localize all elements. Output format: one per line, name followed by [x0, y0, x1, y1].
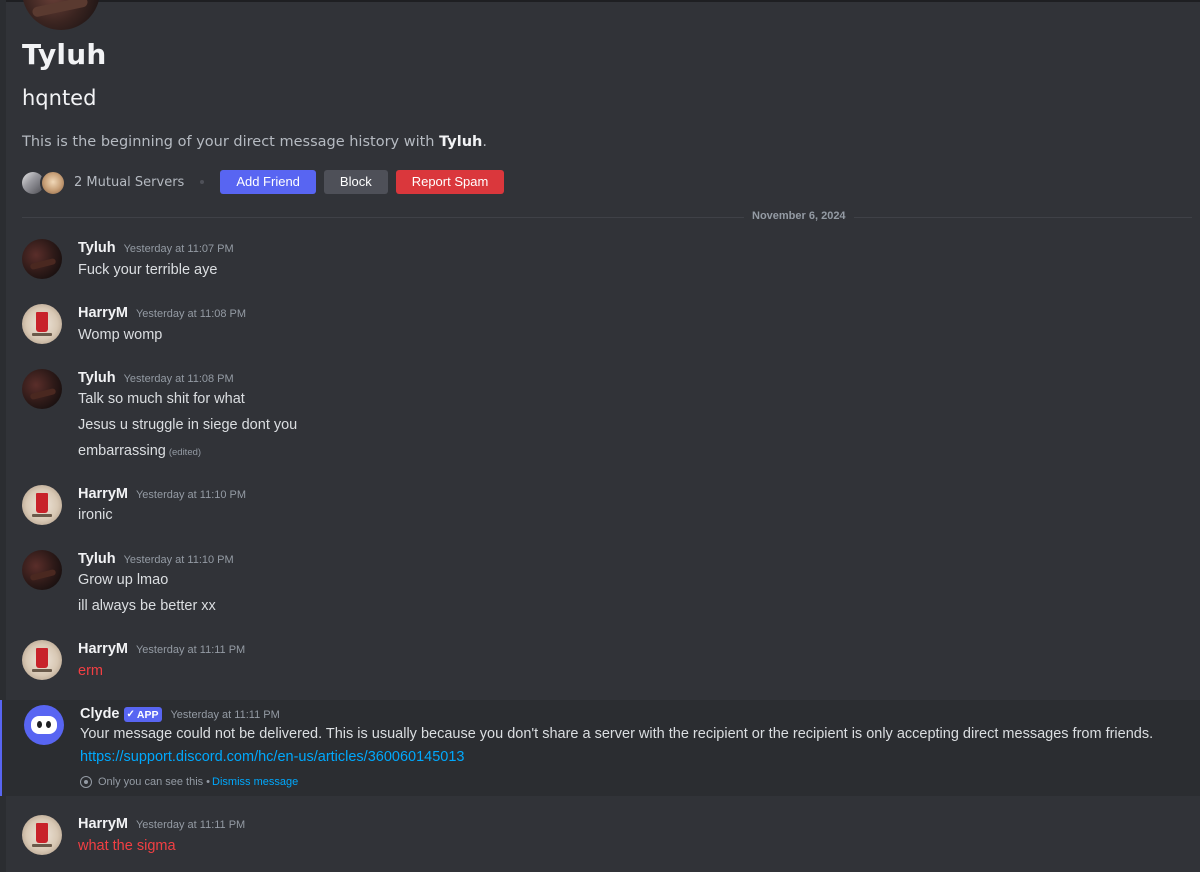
message-author[interactable]: HarryM [78, 816, 128, 832]
checkmark-icon: ✓ [126, 709, 135, 720]
separator-dot [200, 180, 205, 184]
message-timestamp: Yesterday at 11:07 PM [123, 243, 234, 255]
ephemeral-separator: • [206, 776, 211, 788]
app-badge-label: APP [136, 708, 159, 721]
message[interactable]: HarryM Yesterday at 11:10 PM ironic [0, 476, 1200, 532]
message[interactable]: Tyluh Yesterday at 11:08 PM Talk so much… [0, 360, 1200, 466]
message-content: what the sigma [78, 838, 176, 854]
mutual-server-icons[interactable] [22, 170, 68, 196]
message-author[interactable]: HarryM [78, 486, 128, 502]
clyde-bot-icon [31, 716, 57, 734]
message-text: embarrassing [78, 443, 166, 459]
message-header: HarryM Yesterday at 11:10 PM [78, 486, 246, 502]
cup-icon [36, 493, 48, 513]
message-content: Your message could not be delivered. Thi… [80, 726, 1154, 742]
cup-base [32, 333, 52, 336]
message[interactable]: HarryM Yesterday at 11:08 PM Womp womp [0, 295, 1200, 351]
message-content: Fuck your terrible aye [78, 262, 218, 278]
cup-icon [36, 648, 48, 668]
ephemeral-message[interactable]: Clyde ✓ APP Yesterday at 11:11 PM Your me… [0, 700, 1200, 796]
message-timestamp: Yesterday at 11:08 PM [135, 308, 247, 320]
message-timestamp: Yesterday at 11:11 PM [135, 644, 246, 656]
avatar[interactable] [22, 239, 62, 279]
cup-base [32, 844, 52, 847]
dm-channel: Tyluh hqnted This is the beginning of yo… [0, 0, 1200, 872]
message-header: Tyluh Yesterday at 11:07 PM [78, 240, 234, 256]
message-header: HarryM Yesterday at 11:11 PM [78, 641, 245, 657]
message-header: HarryM Yesterday at 11:11 PM [78, 816, 245, 832]
cup-base [32, 669, 52, 672]
report-spam-button[interactable]: Report Spam [395, 170, 505, 194]
cup-icon [36, 823, 48, 843]
eye-icon [80, 776, 92, 788]
date-divider [22, 217, 1192, 218]
message[interactable]: HarryM Yesterday at 11:11 PM what the si… [0, 806, 1200, 866]
message-content: Womp womp [78, 327, 163, 343]
dm-intro-text: This is the beginning of your direct mes… [22, 134, 487, 150]
message-header: Tyluh Yesterday at 11:08 PM [78, 370, 234, 386]
message-content: ill always be better xx [78, 598, 216, 614]
message-header: HarryM Yesterday at 11:08 PM [78, 305, 246, 321]
message-timestamp: Yesterday at 11:11 PM [135, 819, 246, 831]
message-author[interactable]: Tyluh [78, 370, 116, 386]
message-timestamp: Yesterday at 11:11 PM [170, 709, 280, 721]
date-divider-label: November 6, 2024 [744, 210, 854, 222]
cup-icon [36, 312, 48, 332]
message-author[interactable]: HarryM [78, 641, 128, 657]
profile-avatar[interactable] [22, 0, 100, 30]
avatar[interactable] [22, 640, 62, 680]
dismiss-message-link[interactable]: Dismiss message [212, 776, 298, 788]
message-timestamp: Yesterday at 11:08 PM [123, 373, 234, 385]
avatar[interactable] [22, 369, 62, 409]
edited-label: (edited) [168, 447, 202, 458]
message-header: Tyluh Yesterday at 11:10 PM [78, 551, 234, 567]
intro-name: Tyluh [439, 134, 483, 150]
message-timestamp: Yesterday at 11:10 PM [123, 554, 234, 566]
message-content: ironic [78, 507, 113, 523]
avatar[interactable] [22, 550, 62, 590]
profile-username: hqnted [22, 86, 97, 110]
window-top-border [0, 0, 1200, 2]
profile-display-name: Tyluh [22, 38, 107, 71]
avatar[interactable] [24, 705, 64, 745]
message-author[interactable]: Tyluh [78, 551, 116, 567]
message-content: embarrassing (edited) [78, 443, 201, 459]
profile-actions-row: 2 Mutual Servers Add Friend Block Report… [22, 170, 512, 196]
mutual-servers-link[interactable]: 2 Mutual Servers [74, 175, 184, 190]
support-link[interactable]: https://support.discord.com/hc/en-us/art… [80, 749, 464, 765]
message-author[interactable]: HarryM [78, 305, 128, 321]
message[interactable]: HarryM Yesterday at 11:11 PM erm [0, 631, 1200, 687]
message-header: Clyde ✓ APP Yesterday at 11:11 PM [80, 706, 280, 723]
avatar[interactable] [22, 485, 62, 525]
ephemeral-notice: Only you can see this • Dismiss message [80, 776, 298, 788]
intro-prefix: This is the beginning of your direct mes… [22, 134, 440, 150]
message[interactable]: Tyluh Yesterday at 11:07 PM Fuck your te… [0, 230, 1200, 286]
app-badge: ✓ APP [123, 707, 163, 722]
message-author[interactable]: Clyde [80, 706, 120, 722]
cup-base [32, 514, 52, 517]
message-timestamp: Yesterday at 11:10 PM [135, 489, 247, 501]
message-author[interactable]: Tyluh [78, 240, 116, 256]
message-content: erm [78, 663, 103, 679]
block-button[interactable]: Block [323, 170, 388, 194]
intro-suffix: . [482, 134, 487, 150]
message-content: Grow up lmao [78, 572, 169, 588]
message[interactable]: Tyluh Yesterday at 11:10 PM Grow up lmao… [0, 541, 1200, 623]
message-content: Jesus u struggle in siege dont you [78, 417, 298, 433]
avatar[interactable] [22, 815, 62, 855]
server-icon [40, 170, 66, 196]
ephemeral-text: Only you can see this [98, 776, 204, 788]
message-content: Talk so much shit for what [78, 391, 245, 407]
avatar[interactable] [22, 304, 62, 344]
add-friend-button[interactable]: Add Friend [220, 170, 316, 194]
